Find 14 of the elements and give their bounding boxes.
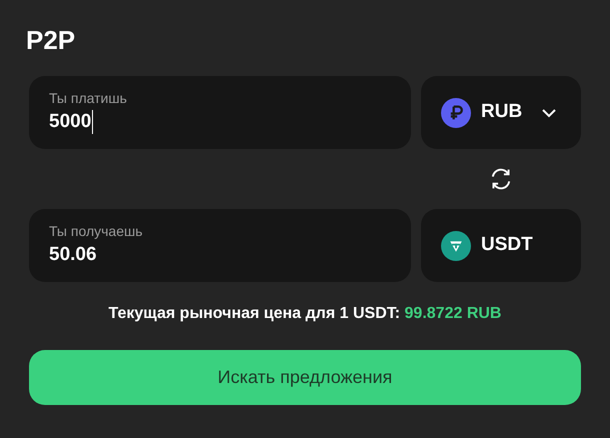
amount-value: 5000 (49, 110, 92, 134)
field-label: Ты получаешь (49, 222, 144, 240)
page-title: P2P (26, 24, 76, 57)
currency-selector[interactable]: USDT (421, 209, 581, 282)
amount-field[interactable]: Ты получаешь 50.06 (29, 209, 411, 282)
currency-selector[interactable]: RUB (421, 76, 581, 149)
search-offers-button[interactable]: Искать предложения (29, 350, 581, 405)
price-value: 99.8722 RUB (404, 305, 502, 322)
price-label: Текущая рыночная цена для 1 USDT: (108, 305, 400, 322)
amount-field[interactable]: Ты платишь 5000 (29, 76, 411, 149)
text-cursor (92, 110, 94, 134)
chevron-down-icon (541, 108, 557, 118)
amount-value: 50.06 (49, 243, 97, 267)
field-label: Ты платишь (49, 89, 128, 107)
